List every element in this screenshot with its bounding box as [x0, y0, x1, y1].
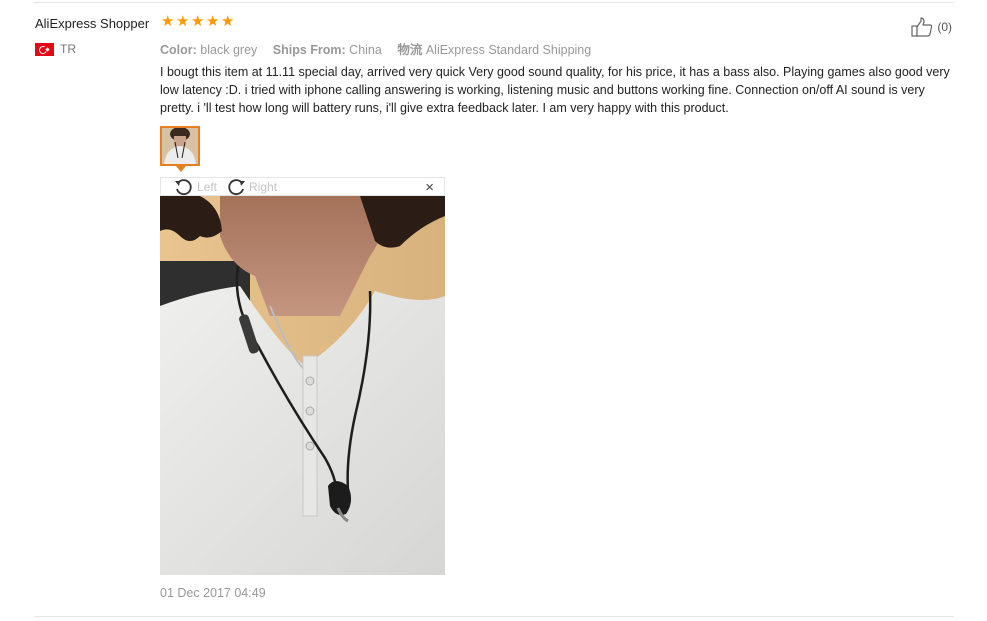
- attribute-ships-from: Ships From: China: [272, 43, 382, 57]
- thumbnail-pointer: [176, 166, 186, 172]
- star-icon: ★: [161, 13, 175, 30]
- order-attributes: Color: black grey Ships From: China 物流 A…: [160, 39, 603, 58]
- rotate-right-icon[interactable]: [225, 178, 247, 196]
- reviewer-country: TR: [35, 42, 76, 56]
- thumbs-up-icon[interactable]: [911, 17, 933, 37]
- turkey-flag-icon: [35, 42, 54, 56]
- reviewer-name: AliExpress Shopper: [35, 16, 150, 31]
- close-icon[interactable]: ×: [425, 178, 434, 197]
- photo-viewer-toolbar: Left Right ×: [160, 177, 445, 196]
- top-divider: [34, 2, 954, 3]
- rotate-left-label[interactable]: Left: [197, 180, 217, 194]
- rotate-right-label[interactable]: Right: [249, 180, 277, 194]
- review-photo-thumbnail[interactable]: [160, 126, 200, 166]
- helpful-button[interactable]: (0): [911, 17, 952, 37]
- rotate-left-icon[interactable]: [173, 178, 195, 196]
- review-date: 01 Dec 2017 04:49: [160, 586, 266, 600]
- helpful-count: (0): [937, 20, 952, 34]
- country-code: TR: [60, 42, 76, 56]
- star-rating: ★ ★ ★ ★ ★: [161, 13, 235, 30]
- attribute-color: Color: black grey: [160, 43, 258, 57]
- rotate-left-button[interactable]: Left: [173, 178, 217, 196]
- star-icon: ★: [176, 13, 190, 30]
- bottom-divider: [34, 616, 954, 617]
- rotate-right-button[interactable]: Right: [225, 178, 277, 196]
- star-icon: ★: [221, 13, 235, 30]
- attribute-logistics: 物流 AliExpress Standard Shipping: [397, 43, 592, 57]
- review-text: I bougt this item at 11.11 special day, …: [160, 65, 950, 115]
- star-icon: ★: [191, 13, 205, 30]
- review-photo: [160, 196, 445, 575]
- star-icon: ★: [206, 13, 220, 30]
